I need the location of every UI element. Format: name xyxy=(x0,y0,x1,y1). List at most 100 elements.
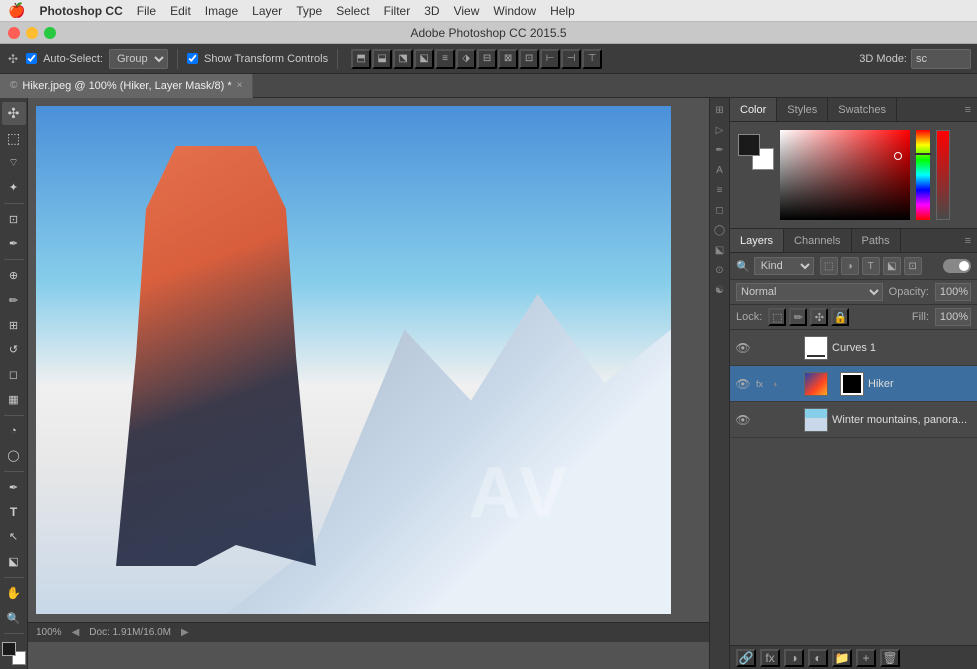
filter-shape-button[interactable]: ⬕ xyxy=(883,257,901,275)
menu-layer[interactable]: Layer xyxy=(252,4,282,18)
layer-visibility-curves[interactable]: 👁 xyxy=(734,339,752,357)
new-group-button[interactable]: 📁 xyxy=(832,649,852,667)
brush-button[interactable]: ✏ xyxy=(2,289,26,312)
new-layer-button[interactable]: + xyxy=(856,649,876,667)
new-adjustment-button[interactable]: ◐ xyxy=(808,649,828,667)
blur-button[interactable]: ◔ xyxy=(2,420,26,443)
tab-styles[interactable]: Styles xyxy=(777,98,828,121)
color-fg-swatch[interactable] xyxy=(738,134,760,156)
filter-type-button[interactable]: T xyxy=(862,257,880,275)
filter-pixel-button[interactable]: ⬚ xyxy=(820,257,838,275)
apple-menu[interactable]: 🍎 xyxy=(8,2,25,19)
menu-photoshop[interactable]: Photoshop CC xyxy=(39,4,122,18)
canvas-area[interactable]: AV 100% ◀ Doc: 1.91M/16.0M ▶ xyxy=(28,98,709,669)
menu-help[interactable]: Help xyxy=(550,4,575,18)
eraser-button[interactable]: ◻ xyxy=(2,363,26,386)
menu-view[interactable]: View xyxy=(454,4,480,18)
dodge-button[interactable]: ◯ xyxy=(2,444,26,467)
status-arrow-right[interactable]: ▶ xyxy=(181,627,189,638)
color-alpha-strip[interactable] xyxy=(936,130,950,220)
distribute-left-button[interactable]: ⊢ xyxy=(540,49,560,69)
tab-close-button[interactable]: × xyxy=(237,80,243,91)
auto-select-dropdown[interactable]: Group Layer xyxy=(109,49,168,69)
distribute-bottom-button[interactable]: ⊡ xyxy=(519,49,539,69)
panel-icon-2[interactable]: ▷ xyxy=(712,122,728,138)
color-hue-strip[interactable] xyxy=(916,130,930,220)
document-tab[interactable]: © Hiker.jpeg @ 100% (Hiker, Layer Mask/8… xyxy=(0,74,253,98)
zoom-button[interactable]: 🔍 xyxy=(2,607,26,630)
tab-swatches[interactable]: Swatches xyxy=(828,98,897,121)
healing-brush-button[interactable]: ⊕ xyxy=(2,264,26,287)
close-button[interactable] xyxy=(8,27,20,39)
clone-stamp-button[interactable]: ⊞ xyxy=(2,314,26,337)
panel-icon-3[interactable]: ✒ xyxy=(712,142,728,158)
3d-mode-input[interactable] xyxy=(911,49,971,69)
minimize-button[interactable] xyxy=(26,27,38,39)
distribute-hcenter-button[interactable]: ⊣ xyxy=(561,49,581,69)
link-layers-button[interactable]: 🔗 xyxy=(736,649,756,667)
tab-layers[interactable]: Layers xyxy=(730,229,784,252)
blend-mode-select[interactable]: Normal Dissolve Multiply Screen Overlay xyxy=(736,283,883,301)
align-bottom-button[interactable]: ⬔ xyxy=(393,49,413,69)
panel-icon-5[interactable]: ≡ xyxy=(712,182,728,198)
opacity-input[interactable] xyxy=(935,283,971,301)
menu-image[interactable]: Image xyxy=(205,4,238,18)
status-arrow-left[interactable]: ◀ xyxy=(72,627,80,638)
panel-icon-6[interactable]: ◻ xyxy=(712,202,728,218)
filter-kind-select[interactable]: Kind Name Effect Mode Attribute Color Sm… xyxy=(754,257,814,275)
auto-select-checkbox[interactable] xyxy=(26,53,37,64)
panel-icon-1[interactable]: ⊞ xyxy=(712,102,728,118)
menu-select[interactable]: Select xyxy=(336,4,369,18)
align-left-button[interactable]: ⬕ xyxy=(414,49,434,69)
add-style-button[interactable]: fx xyxy=(760,649,780,667)
shape-button[interactable]: ⬕ xyxy=(2,550,26,573)
history-brush-button[interactable]: ↺ xyxy=(2,339,26,362)
menu-window[interactable]: Window xyxy=(493,4,536,18)
layers-panel-menu[interactable]: ≡ xyxy=(959,235,977,247)
align-center-button[interactable]: ≡ xyxy=(435,49,455,69)
menu-edit[interactable]: Edit xyxy=(170,4,191,18)
layer-row-mountain[interactable]: 👁 Winter mountains, panora... xyxy=(730,402,977,438)
panel-icon-7[interactable]: ◯ xyxy=(712,222,728,238)
gradient-button[interactable]: ▦ xyxy=(2,388,26,411)
layer-row-hiker[interactable]: 👁 fx ◑ Hiker xyxy=(730,366,977,402)
color-fg-bg-swatches[interactable] xyxy=(738,134,774,170)
foreground-color-swatch[interactable] xyxy=(2,642,16,656)
canvas-image[interactable]: AV xyxy=(36,106,671,614)
distribute-top-button[interactable]: ⊟ xyxy=(477,49,497,69)
distribute-right-button[interactable]: ⊤ xyxy=(582,49,602,69)
filter-smart-button[interactable]: ⊡ xyxy=(904,257,922,275)
panel-icon-8[interactable]: ⬕ xyxy=(712,242,728,258)
layer-visibility-mountain[interactable]: 👁 xyxy=(734,411,752,429)
show-transform-checkbox[interactable] xyxy=(187,53,198,64)
align-right-button[interactable]: ⬗ xyxy=(456,49,476,69)
layer-visibility-hiker[interactable]: 👁 xyxy=(734,375,752,393)
type-button[interactable]: T xyxy=(2,501,26,524)
path-selection-button[interactable]: ↖ xyxy=(2,526,26,549)
move-tool-button[interactable]: ✣ xyxy=(2,102,26,125)
pen-button[interactable]: ✒ xyxy=(2,476,26,499)
eyedropper-button[interactable]: ✒ xyxy=(2,233,26,256)
fill-input[interactable] xyxy=(935,308,971,326)
tab-channels[interactable]: Channels xyxy=(784,229,851,252)
align-top-button[interactable]: ⬒ xyxy=(351,49,371,69)
panel-icon-10[interactable]: ☯ xyxy=(712,282,728,298)
lock-image-button[interactable]: ✏ xyxy=(789,308,807,326)
align-middle-button[interactable]: ⬓ xyxy=(372,49,392,69)
hand-button[interactable]: ✋ xyxy=(2,582,26,605)
menu-type[interactable]: Type xyxy=(296,4,322,18)
crop-button[interactable]: ⊡ xyxy=(2,208,26,231)
menu-file[interactable]: File xyxy=(137,4,156,18)
color-gradient-picker[interactable] xyxy=(780,130,910,220)
layer-row-curves[interactable]: 👁 Curves 1 xyxy=(730,330,977,366)
tab-color[interactable]: Color xyxy=(730,98,777,121)
magic-wand-button[interactable]: ✦ xyxy=(2,176,26,199)
panel-icon-4[interactable]: A xyxy=(712,162,728,178)
color-panel-menu[interactable]: ≡ xyxy=(959,98,977,121)
panel-icon-9[interactable]: ⊙ xyxy=(712,262,728,278)
menu-3d[interactable]: 3D xyxy=(424,4,439,18)
fg-bg-color-selector[interactable] xyxy=(2,642,26,665)
lasso-button[interactable]: ⌔ xyxy=(2,151,26,174)
maximize-button[interactable] xyxy=(44,27,56,39)
add-mask-button[interactable]: ◑ xyxy=(784,649,804,667)
